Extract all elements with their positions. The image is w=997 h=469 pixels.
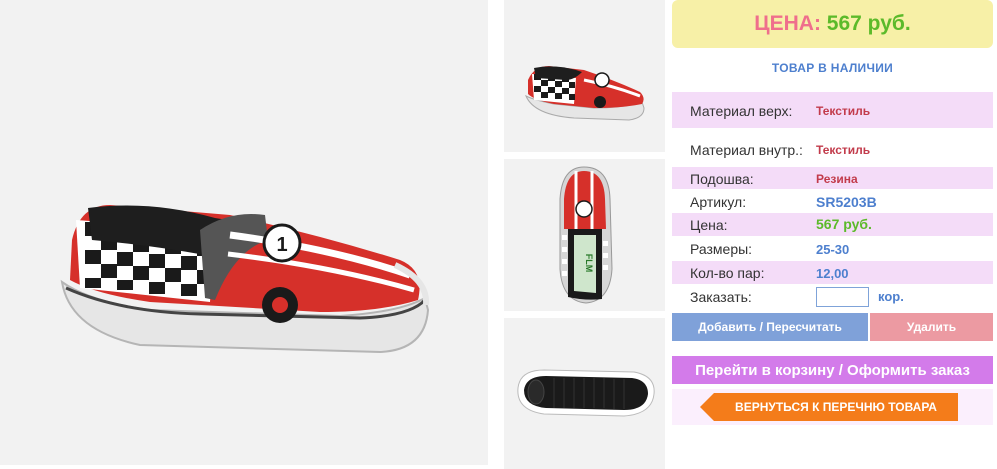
spec-row-material-inner: Материал внутр.: Текстиль	[672, 135, 993, 163]
spec-row-pairs: Кол-во пар: 12,00	[672, 261, 993, 284]
order-label: Заказать:	[690, 289, 752, 305]
spec-value: Резина	[816, 172, 858, 186]
product-main-image[interactable]: 1	[0, 0, 488, 465]
shoe-side-view-image: 1	[0, 0, 488, 465]
back-arrow-icon	[700, 393, 714, 421]
delete-button[interactable]: Удалить	[870, 313, 993, 341]
shoe-thumbnail-top-image: FLM	[504, 159, 665, 311]
add-recalculate-button[interactable]: Добавить / Пересчитать	[672, 313, 868, 341]
spec-label: Артикул:	[690, 194, 747, 210]
thumbnail-sole-view[interactable]	[504, 318, 665, 469]
svg-text:FLM: FLM	[584, 254, 594, 273]
order-unit: кор.	[878, 289, 904, 304]
spec-value: 567 руб.	[816, 216, 872, 232]
spec-value: 25-30	[816, 242, 850, 257]
spec-label: Подошва:	[690, 171, 754, 187]
spec-value: Текстиль	[816, 143, 871, 157]
order-quantity-input[interactable]	[816, 287, 869, 307]
spec-label: Цена:	[690, 217, 728, 233]
price-value: 567 руб.	[826, 12, 911, 35]
spec-value: 12,00	[816, 266, 849, 281]
spec-label: Кол-во пар:	[690, 265, 765, 281]
spec-label: Материал внутр.:	[690, 142, 803, 158]
spec-value: SR5203B	[816, 194, 877, 210]
spec-label: Материал верх:	[690, 103, 793, 119]
spec-row-sole: Подошва: Резина	[672, 167, 993, 189]
spec-row-article: Артикул: SR5203B	[672, 190, 993, 212]
spec-value: Текстиль	[816, 104, 871, 118]
go-to-cart-button[interactable]: Перейти в корзину / Оформить заказ	[672, 356, 993, 384]
thumbnail-side-view[interactable]	[504, 0, 665, 152]
thumbnail-top-view[interactable]: FLM	[504, 159, 665, 311]
shoe-thumbnail-side-image	[504, 0, 665, 152]
svg-text:1: 1	[276, 234, 287, 256]
back-to-catalog-button[interactable]: ВЕРНУТЬСЯ К ПЕРЕЧНЮ ТОВАРА	[714, 393, 958, 421]
stock-status: ТОВАР В НАЛИЧИИ	[771, 61, 894, 75]
spec-row-material-top: Материал верх: Текстиль	[672, 92, 993, 128]
price-box: ЦЕНА: 567 руб.	[672, 0, 993, 48]
shoe-thumbnail-sole-image	[504, 318, 665, 469]
price-label: ЦЕНА:	[754, 12, 821, 35]
spec-row-price: Цена: 567 руб.	[672, 213, 993, 236]
spec-row-sizes: Размеры: 25-30	[672, 237, 993, 260]
spec-label: Размеры:	[690, 241, 753, 257]
